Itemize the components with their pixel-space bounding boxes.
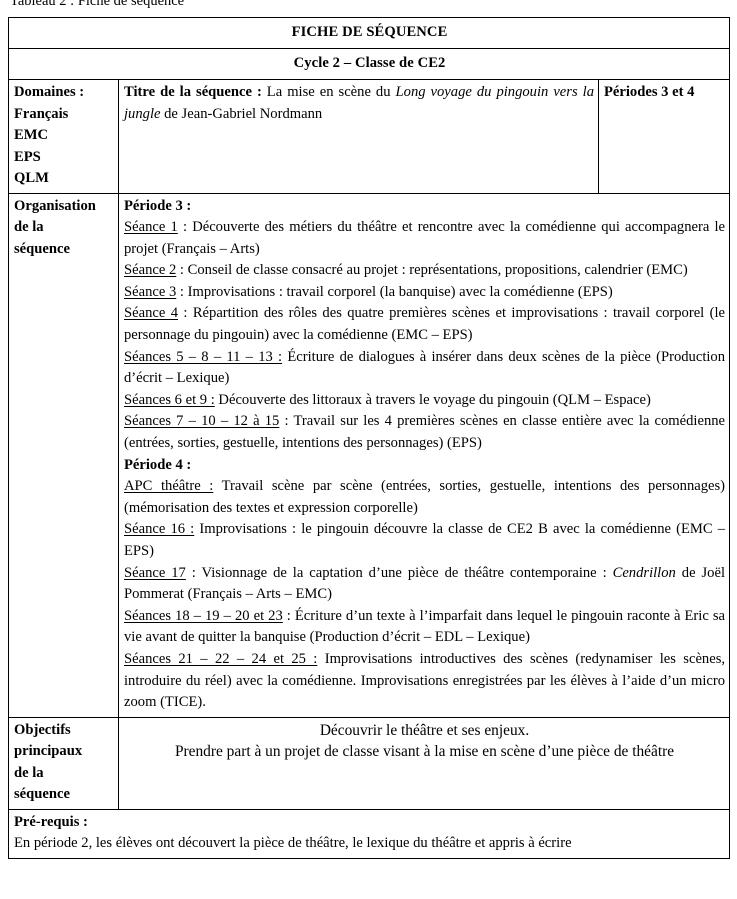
seance-entry: Séance 2 : Conseil de classe consacré au… (124, 260, 725, 282)
domaines-label: Domaines : Français EMC EPS QLM (8, 79, 119, 194)
domaines-line-2: EMC (14, 127, 49, 143)
seance-text: : Découverte des métiers du théâtre et r… (124, 219, 726, 257)
seance-italic-title: Cendrillon (612, 564, 676, 581)
seance-entry: Séance 16 : Improvisations : le pingouin… (124, 519, 725, 562)
banner-subtitle: Cycle 2 – Classe de CE2 (7, 48, 731, 80)
seance-entry: Séance 4 : Répartition des rôles des qua… (124, 303, 725, 346)
sequence-title-cell: Titre de la séquence : La mise en scène … (118, 79, 599, 194)
sequence-title-text-2: de Jean-Gabriel Nordmann (160, 105, 323, 122)
table-row: Cycle 2 – Classe de CE2 (7, 48, 731, 80)
seance-text: : Improvisations : travail corporel (la … (176, 283, 613, 300)
organisation-content: Période 3 : Séance 1 : Découverte des mé… (117, 192, 731, 718)
prerequis-text: En période 2, les élèves ont découvert l… (14, 835, 572, 852)
seance-marker: Séances 7 – 10 – 12 à 15 (124, 413, 280, 430)
seance-marker: Séances 5 – 8 – 11 – 13 : (124, 348, 283, 365)
seance-text: : Répartition des rôles des quatre premi… (124, 305, 726, 344)
seance-marker: Séances 21 – 22 – 24 et 25 : (124, 650, 318, 667)
objectifs-content: Découvrir le théâtre et ses enjeux. Pren… (117, 716, 731, 810)
seance-entry: Séances 5 – 8 – 11 – 13 : Écriture de di… (124, 347, 725, 390)
organisation-label: Organisation de la séquence (8, 192, 119, 718)
objectifs-line-0: Objectifs (14, 721, 71, 738)
seance-marker: Séance 1 (124, 219, 178, 236)
objectifs-line-1: principaux (14, 743, 83, 760)
seance-text: Travail scène par scène (entrées, sortie… (124, 478, 726, 516)
seance-marker: Séance 16 : (124, 521, 195, 538)
seance-entry: Séance 3 : Improvisations : travail corp… (124, 282, 725, 304)
seance-marker: Séances 6 et 9 : (124, 391, 215, 408)
periode-3-heading: Période 3 : (124, 197, 192, 214)
prerequis-content: Pré-requis : En période 2, les élèves on… (7, 808, 731, 859)
objectif-line: Découvrir le théâtre et ses enjeux. (319, 721, 530, 739)
domaines-line-1: Français (14, 105, 69, 122)
seance-text: Découverte des littoraux à travers le vo… (214, 391, 651, 408)
document-page: Tableau 2 : Fiche de séquence FICHE DE S… (0, 0, 737, 899)
periode-4-heading: Période 4 : (124, 456, 192, 473)
seance-text: : Visionnage de la captation d’une pièce… (185, 564, 613, 581)
table-caption: Tableau 2 : Fiche de séquence (10, 0, 185, 9)
table-row: Organisation de la séquence Période 3 : … (8, 192, 731, 718)
domaines-line-3: EPS (14, 148, 41, 165)
seance-entry: Séances 21 – 22 – 24 et 25 : Improvisati… (124, 649, 725, 714)
seance-text: : Conseil de classe consacré au projet :… (176, 262, 688, 279)
banner-title: FICHE DE SÉQUENCE (7, 17, 731, 49)
seance-marker: Séances 18 – 19 – 20 et 23 (124, 607, 283, 624)
seance-entry: Séances 7 – 10 – 12 à 15 : Travail sur l… (124, 411, 725, 454)
organisation-line-1: de la (14, 219, 44, 235)
organisation-line-2: séquence (14, 240, 70, 257)
seance-marker: Séance 3 (124, 283, 177, 300)
table-row: Pré-requis : En période 2, les élèves on… (7, 808, 731, 859)
objectifs-line-3: séquence (14, 786, 70, 803)
seance-marker: APC théâtre : (124, 478, 214, 495)
table-row: Objectifs principaux de la séquence Déco… (8, 716, 731, 810)
periods-value: Périodes 3 et 4 (597, 79, 731, 194)
seance-entry: Séances 18 – 19 – 20 et 23 : Écriture d’… (124, 606, 725, 649)
objectifs-label: Objectifs principaux de la séquence (8, 716, 119, 810)
seance-entry: APC théâtre : Travail scène par scène (e… (124, 476, 725, 519)
sequence-title-text-1: La mise en scène du (261, 84, 396, 100)
seance-entry: Séance 1 : Découverte des métiers du thé… (124, 217, 725, 260)
table-row: Domaines : Français EMC EPS QLM Titre de… (8, 79, 731, 194)
seance-marker: Séance 4 (124, 305, 178, 322)
seance-entry: Séances 6 et 9 : Découverte des littorau… (124, 390, 725, 412)
sequence-title-prefix: Titre de la séquence : (124, 84, 262, 100)
prerequis-heading: Pré-requis : (14, 813, 88, 830)
objectifs-line-2: de la (14, 764, 44, 781)
seance-text: Improvisations : le pingouin découvre la… (124, 521, 726, 559)
seance-entry: Séance 17 : Visionnage de la captation d… (124, 563, 725, 606)
objectif-line: Prendre part à un projet de classe visan… (174, 743, 675, 761)
seance-marker: Séance 17 (124, 564, 186, 581)
fiche-de-sequence-table: FICHE DE SÉQUENCE Cycle 2 – Classe de CE… (7, 17, 731, 859)
seance-marker: Séance 2 (124, 262, 177, 279)
domaines-line-4: QLM (14, 170, 49, 186)
organisation-line-0: Organisation (14, 197, 96, 214)
domaines-line-0: Domaines : (14, 84, 85, 100)
sequence-title: Titre de la séquence : La mise en scène … (124, 82, 594, 125)
table-row: FICHE DE SÉQUENCE (7, 17, 731, 49)
